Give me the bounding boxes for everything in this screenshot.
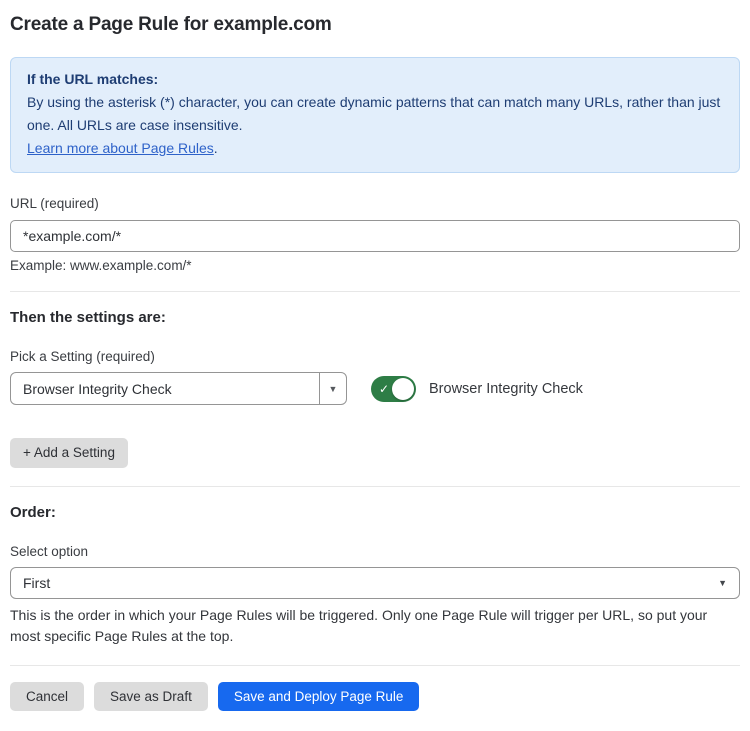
chevron-down-icon: ▼: [329, 384, 338, 394]
info-box-body: By using the asterisk (*) character, you…: [27, 91, 723, 137]
chevron-down-icon: ▼: [718, 578, 727, 588]
info-box-heading: If the URL matches:: [27, 68, 723, 91]
save-and-deploy-button[interactable]: Save and Deploy Page Rule: [218, 682, 420, 712]
divider: [10, 291, 740, 292]
url-field-label: URL (required): [10, 196, 740, 211]
order-helper-text: This is the order in which your Page Rul…: [10, 605, 740, 647]
url-example-helper: Example: www.example.com/*: [10, 258, 740, 273]
settings-section-heading: Then the settings are:: [10, 309, 740, 326]
divider: [10, 486, 740, 487]
link-period: .: [214, 140, 218, 156]
setting-dropdown[interactable]: Browser Integrity Check ▼: [10, 372, 347, 405]
select-option-label: Select option: [10, 544, 740, 559]
cancel-button[interactable]: Cancel: [10, 682, 84, 712]
add-setting-button[interactable]: + Add a Setting: [10, 438, 128, 468]
check-icon: ✓: [379, 383, 389, 395]
learn-more-link[interactable]: Learn more about Page Rules: [27, 140, 214, 156]
browser-integrity-toggle[interactable]: ✓: [371, 376, 416, 402]
toggle-label: Browser Integrity Check: [429, 381, 583, 397]
create-page-rule-form: Create a Page Rule for example.com If th…: [0, 0, 750, 731]
page-title: Create a Page Rule for example.com: [10, 14, 740, 36]
save-as-draft-button[interactable]: Save as Draft: [94, 682, 208, 712]
url-input[interactable]: [10, 220, 740, 252]
setting-dropdown-value: Browser Integrity Check: [11, 373, 319, 404]
setting-dropdown-arrow-button[interactable]: ▼: [319, 373, 346, 404]
order-select-value: First: [23, 575, 50, 591]
footer-actions: Cancel Save as Draft Save and Deploy Pag…: [10, 682, 740, 712]
order-select[interactable]: First ▼: [10, 567, 740, 599]
order-section-heading: Order:: [10, 504, 740, 521]
toggle-knob: [392, 378, 414, 400]
info-box-link-line: Learn more about Page Rules.: [27, 137, 723, 160]
pick-setting-label: Pick a Setting (required): [10, 349, 740, 364]
url-matches-info-box: If the URL matches: By using the asteris…: [10, 57, 740, 173]
setting-row: Browser Integrity Check ▼ ✓ Browser Inte…: [10, 372, 740, 405]
divider: [10, 665, 740, 666]
